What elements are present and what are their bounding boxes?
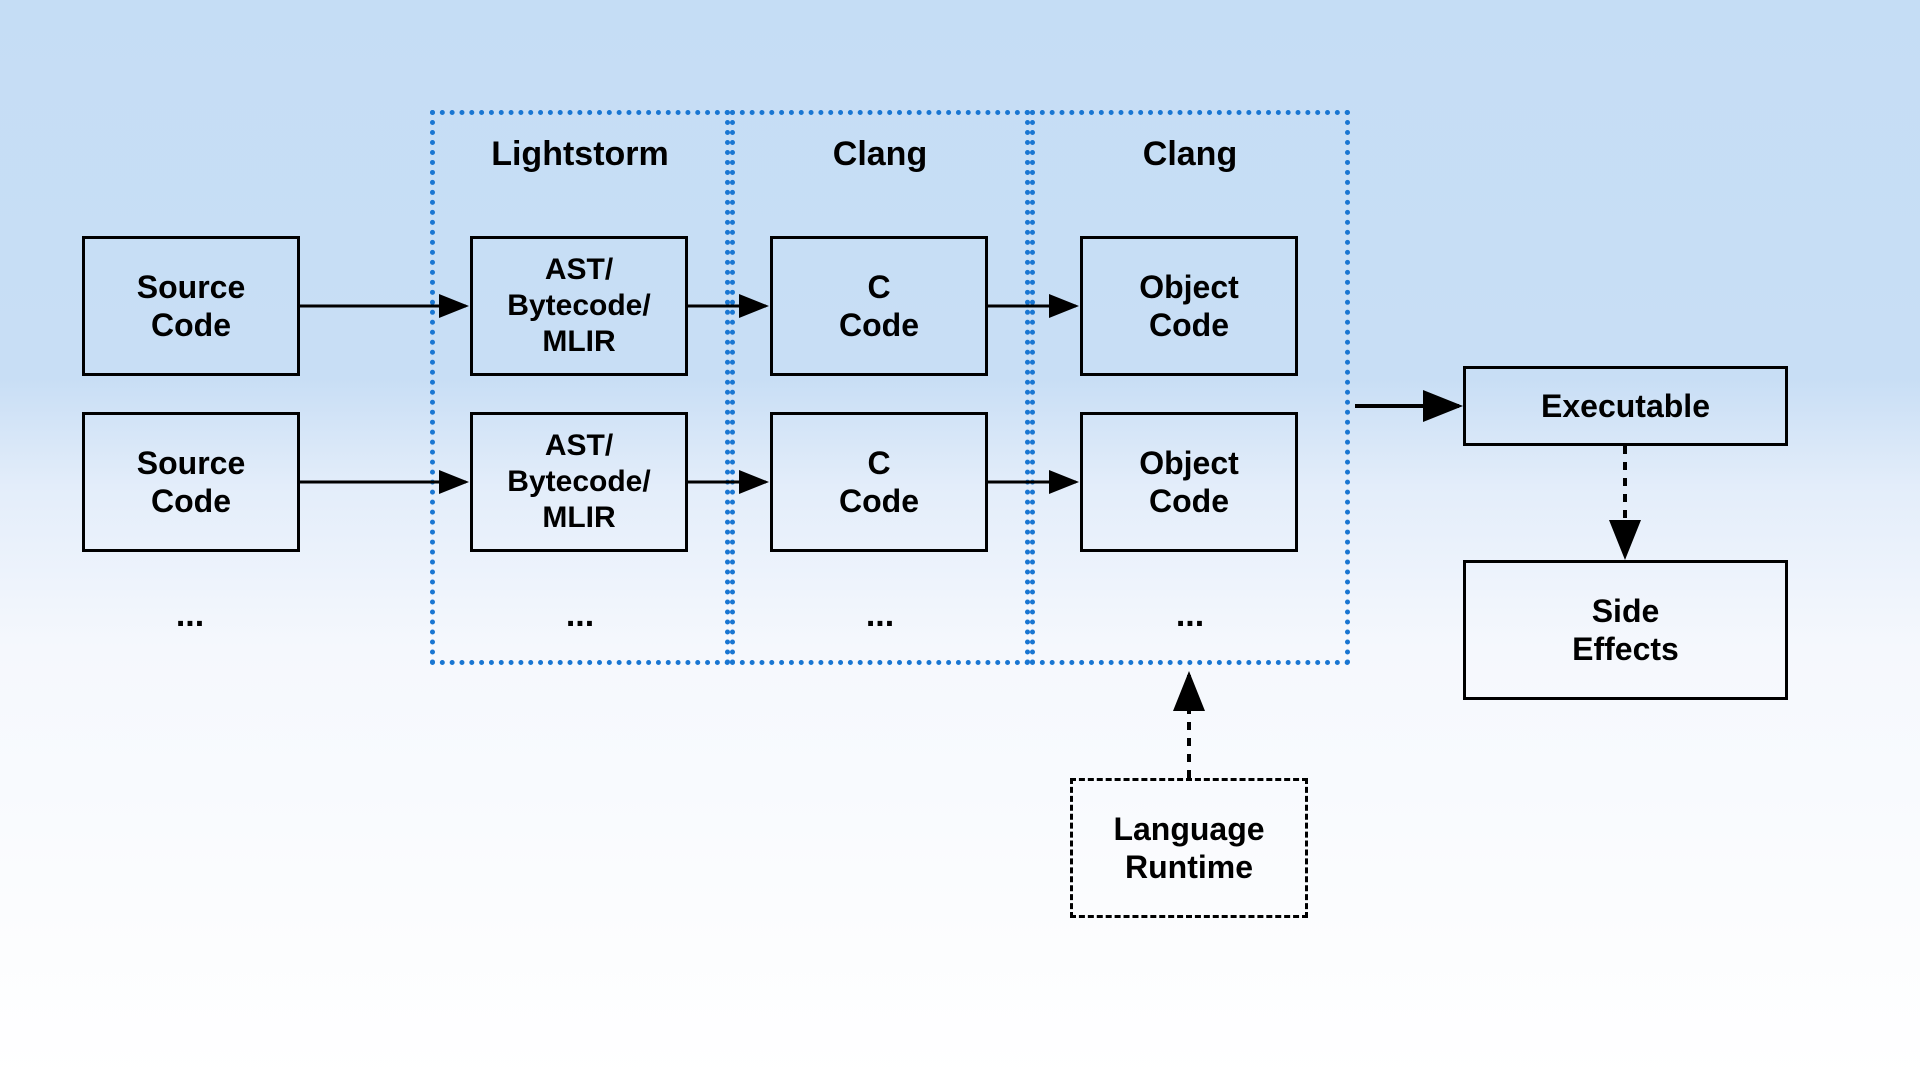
box-object-1: Object Code [1080, 236, 1298, 376]
box-source-2-text: Source Code [137, 444, 245, 521]
box-source-2: Source Code [82, 412, 300, 552]
box-ast-1: AST/ Bytecode/ MLIR [470, 236, 688, 376]
ellipsis-source: ... [160, 596, 220, 635]
box-ccode-1-text: C Code [839, 268, 919, 345]
ellipsis-object: ... [1160, 596, 1220, 635]
box-ast-2-text: AST/ Bytecode/ MLIR [507, 428, 650, 536]
stage-clang2-container: Clang [1030, 110, 1350, 665]
box-side-effects-text: Side Effects [1572, 592, 1679, 669]
diagram-canvas: Lightstorm Clang Clang Source Code Sourc… [0, 0, 1920, 1080]
stage-clang1-label: Clang [735, 135, 1025, 174]
box-ccode-2: C Code [770, 412, 988, 552]
box-ast-2: AST/ Bytecode/ MLIR [470, 412, 688, 552]
ellipsis-ccode: ... [850, 596, 910, 635]
box-source-1: Source Code [82, 236, 300, 376]
box-object-2: Object Code [1080, 412, 1298, 552]
box-language-runtime: Language Runtime [1070, 778, 1308, 918]
stage-lightstorm-container: Lightstorm [430, 110, 730, 665]
box-executable: Executable [1463, 366, 1788, 446]
stage-clang1-container: Clang [730, 110, 1030, 665]
box-language-runtime-text: Language Runtime [1113, 810, 1264, 887]
box-ccode-2-text: C Code [839, 444, 919, 521]
box-executable-text: Executable [1541, 387, 1710, 425]
box-source-1-text: Source Code [137, 268, 245, 345]
box-object-1-text: Object Code [1139, 268, 1239, 345]
box-ccode-1: C Code [770, 236, 988, 376]
box-side-effects: Side Effects [1463, 560, 1788, 700]
stage-lightstorm-label: Lightstorm [435, 135, 725, 174]
stage-clang2-label: Clang [1035, 135, 1345, 174]
box-ast-1-text: AST/ Bytecode/ MLIR [507, 252, 650, 360]
ellipsis-ast: ... [550, 596, 610, 635]
box-object-2-text: Object Code [1139, 444, 1239, 521]
